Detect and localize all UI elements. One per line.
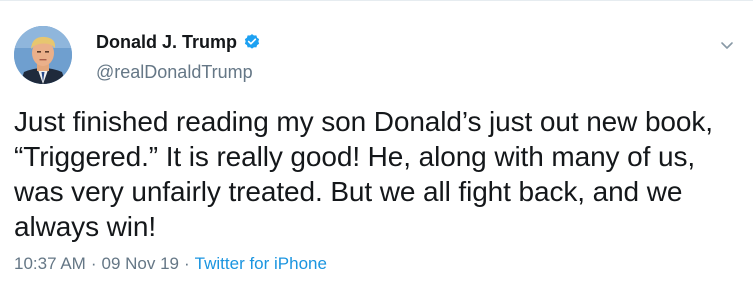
tweet-date[interactable]: 09 Nov 19 — [102, 253, 180, 275]
meta-separator: · — [184, 254, 190, 273]
tweet-card: Donald J. Trump @realDonaldTrump Just fi… — [0, 0, 753, 286]
author-display-name[interactable]: Donald J. Trump — [96, 31, 237, 53]
chevron-down-icon[interactable] — [718, 36, 736, 54]
avatar-image — [14, 26, 72, 84]
tweet-meta: 10:37 AM · 09 Nov 19 · Twitter for iPhon… — [14, 253, 327, 275]
author-handle[interactable]: @realDonaldTrump — [96, 61, 253, 83]
tweet-text: Just finished reading my son Donald’s ju… — [14, 106, 713, 242]
meta-separator: · — [90, 254, 97, 273]
author-name-row: Donald J. Trump — [96, 31, 261, 53]
tweet-time[interactable]: 10:37 AM — [14, 253, 86, 275]
verified-badge-icon — [243, 33, 261, 51]
tweet-source-link[interactable]: Twitter for iPhone — [195, 253, 327, 275]
avatar[interactable] — [14, 26, 72, 84]
